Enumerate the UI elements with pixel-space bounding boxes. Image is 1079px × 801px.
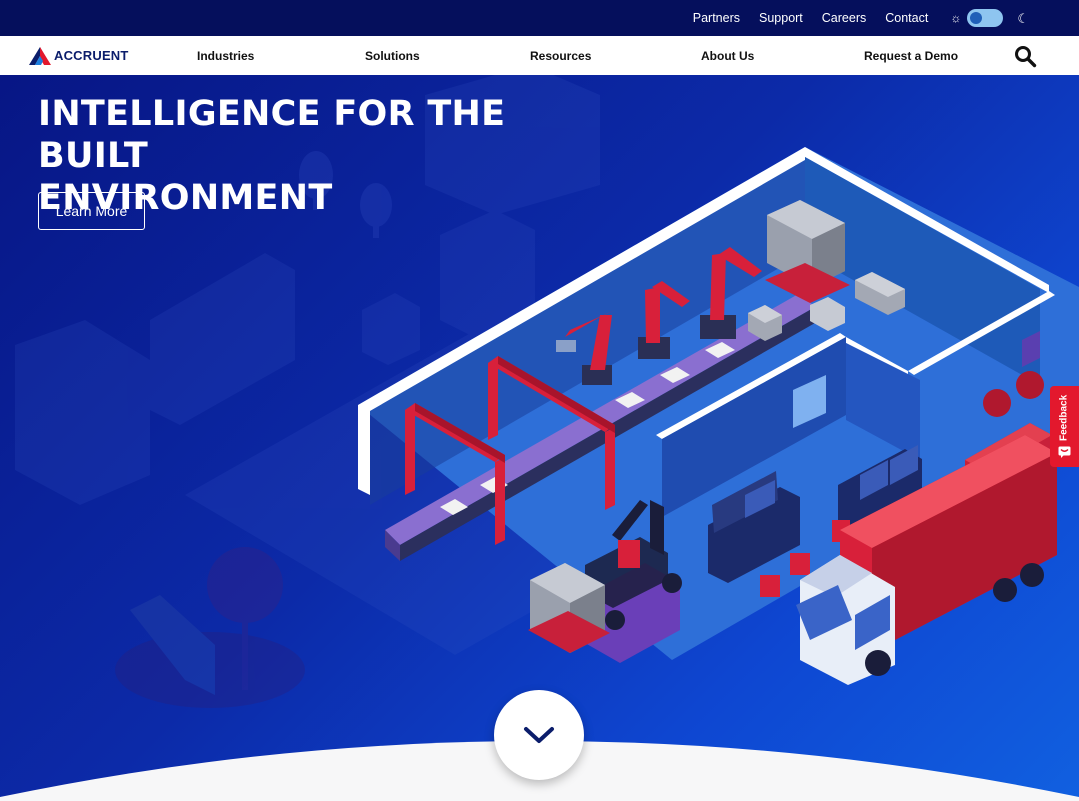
theme-toggle[interactable]: ☼ ☾ — [950, 9, 1029, 27]
moon-icon: ☾ — [1017, 10, 1029, 26]
chevron-down-icon — [524, 727, 554, 743]
main-nav: ACCRUENT Industries Solutions Resources … — [0, 36, 1079, 75]
nav-item-resources[interactable]: Resources — [530, 36, 591, 75]
hero-section: INTELLIGENCE FOR THE BUILT ENVIRONMENT L… — [0, 75, 1079, 801]
search-icon[interactable] — [1013, 44, 1037, 68]
topbar-link-careers[interactable]: Careers — [822, 11, 866, 25]
nav-item-about-us[interactable]: About Us — [701, 36, 754, 75]
feedback-icon — [1058, 446, 1071, 458]
toggle-knob — [970, 12, 983, 24]
feedback-label: Feedback — [1058, 394, 1070, 442]
logo-text: ACCRUENT — [54, 48, 129, 63]
theme-toggle-switch[interactable] — [967, 9, 1004, 27]
scroll-down-button[interactable] — [494, 690, 584, 780]
feedback-tab[interactable]: Feedback — [1050, 386, 1079, 467]
topbar-link-contact[interactable]: Contact — [885, 11, 928, 25]
sun-icon: ☼ — [950, 11, 962, 25]
topbar-link-partners[interactable]: Partners — [693, 11, 740, 25]
nav-item-industries[interactable]: Industries — [197, 36, 254, 75]
nav-item-request-demo[interactable]: Request a Demo — [864, 36, 958, 75]
utility-bar: Partners Support Careers Contact ☼ ☾ — [0, 0, 1079, 36]
accruent-logo[interactable]: ACCRUENT — [29, 46, 169, 65]
topbar-link-support[interactable]: Support — [759, 11, 803, 25]
nav-item-solutions[interactable]: Solutions — [365, 36, 420, 75]
logo-mark-icon — [29, 46, 51, 65]
